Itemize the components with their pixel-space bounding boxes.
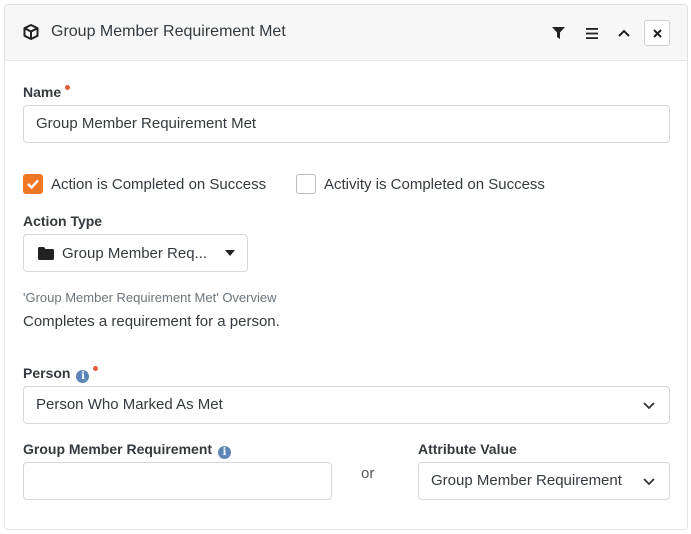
cube-icon [23, 24, 39, 40]
close-button[interactable] [644, 20, 670, 46]
action-completed-label[interactable]: Action is Completed on Success [51, 176, 266, 193]
attribute-value-label: Attribute Value [418, 441, 517, 457]
action-panel: Group Member Requirement Met Name Group … [4, 4, 688, 530]
chevron-up-icon [618, 29, 630, 37]
check-icon [27, 179, 39, 190]
action-type-value: Group Member Req... [62, 245, 208, 262]
overview-title: 'Group Member Requirement Met' Overview [23, 290, 277, 305]
name-label-text: Name [23, 84, 62, 100]
filter-button[interactable] [545, 20, 571, 46]
required-indicator [65, 85, 71, 90]
person-label-text: Person [23, 365, 71, 381]
group-member-requirement-label: Group Member Requirement i [23, 441, 232, 459]
attribute-value-select[interactable]: Group Member Requirement [418, 462, 670, 500]
panel-header: Group Member Requirement Met [5, 5, 687, 61]
activity-completed-label[interactable]: Activity is Completed on Success [324, 176, 545, 193]
caret-down-icon [225, 250, 235, 256]
action-completed-checkbox[interactable] [23, 174, 43, 194]
info-icon[interactable]: i [76, 370, 90, 383]
chevron-down-icon [643, 402, 655, 410]
person-select-value: Person Who Marked As Met [36, 396, 223, 413]
group-member-requirement-input[interactable] [23, 462, 332, 500]
name-label: Name [23, 84, 71, 100]
menu-button[interactable] [579, 20, 605, 46]
person-select[interactable]: Person Who Marked As Met [23, 386, 670, 424]
folder-icon [38, 247, 54, 260]
filter-icon [551, 27, 565, 39]
close-icon [652, 28, 662, 38]
overview-description: Completes a requirement for a person. [23, 313, 280, 330]
info-icon[interactable]: i [218, 446, 232, 459]
bars-icon [586, 27, 598, 39]
action-type-dropdown[interactable]: Group Member Req... [23, 234, 248, 272]
attribute-value-select-value: Group Member Requirement [431, 472, 622, 489]
panel-title: Group Member Requirement Met [51, 23, 286, 40]
name-input[interactable]: Group Member Requirement Met [23, 105, 670, 143]
collapse-button[interactable] [611, 20, 637, 46]
chevron-down-icon [643, 476, 655, 486]
required-indicator [93, 366, 99, 371]
person-label: Person i [23, 365, 99, 383]
group-member-requirement-label-text: Group Member Requirement [23, 441, 213, 457]
action-type-label: Action Type [23, 213, 103, 229]
activity-completed-checkbox[interactable] [296, 174, 316, 194]
or-separator: or [361, 465, 375, 482]
